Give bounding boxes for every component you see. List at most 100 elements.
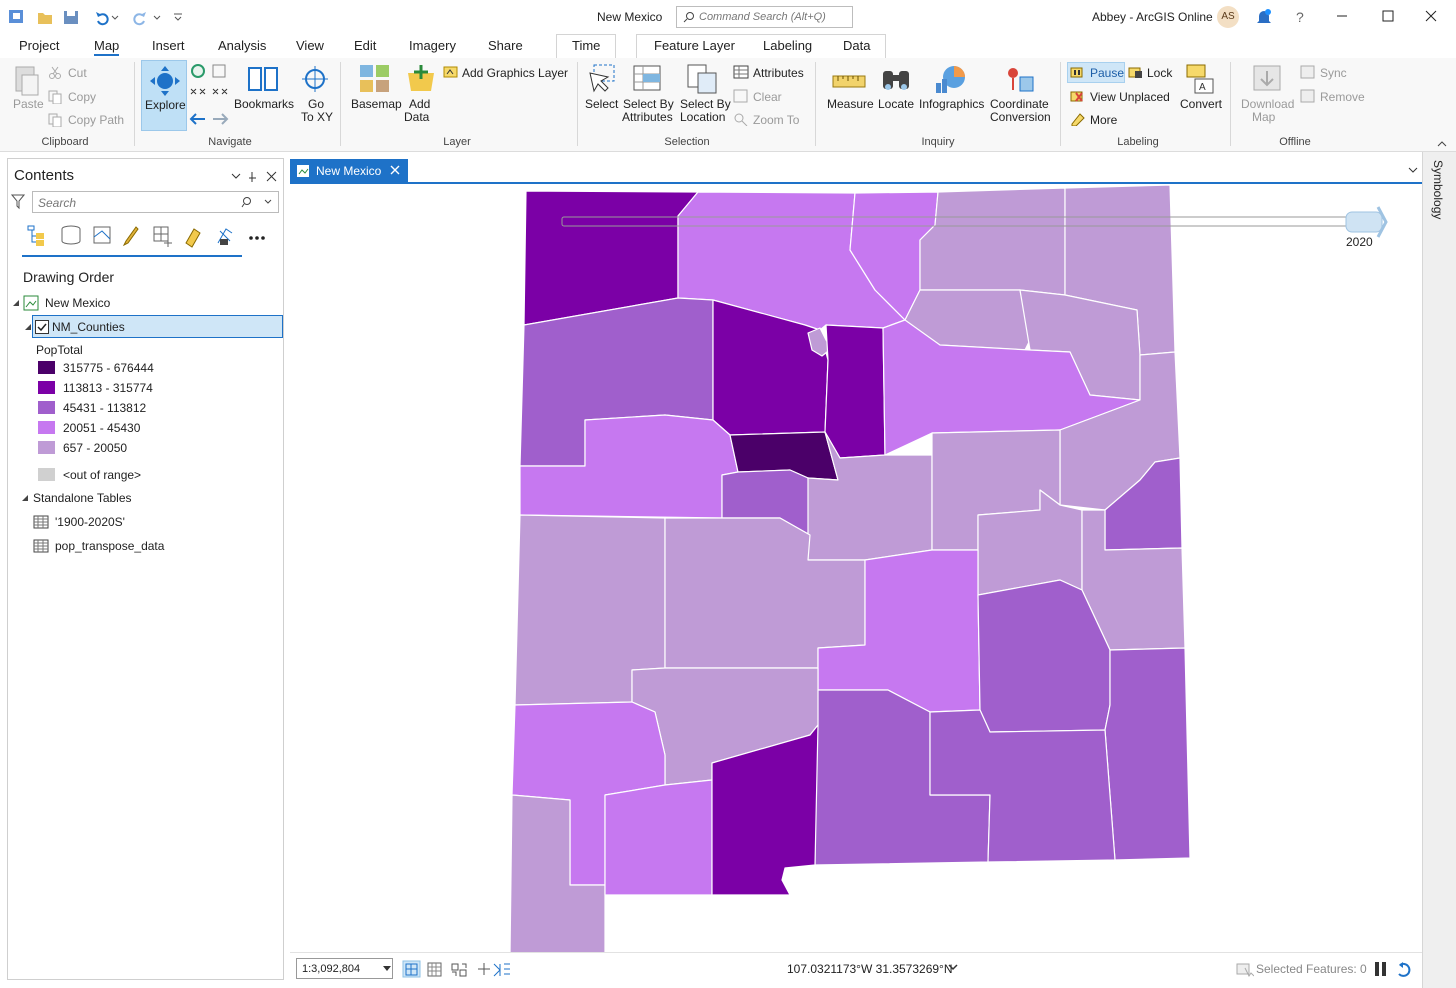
sync-label[interactable]: Sync <box>1320 66 1347 80</box>
select-by-attributes-label-2[interactable]: Attributes <box>622 111 673 124</box>
lock-label[interactable]: Lock <box>1147 66 1172 80</box>
view-unplaced-icon[interactable] <box>1070 89 1086 103</box>
view-unplaced-label[interactable]: View Unplaced <box>1090 90 1170 104</box>
clear-label[interactable]: Clear <box>753 90 782 104</box>
sync-icon[interactable] <box>1300 65 1316 79</box>
collapse-tables-icon[interactable] <box>21 494 29 502</box>
download-map-icon[interactable] <box>1251 63 1285 95</box>
map-view[interactable]: New Mexico 2020 <box>290 158 1422 980</box>
tab-share[interactable]: Share <box>488 38 523 53</box>
measure-label[interactable]: Measure <box>827 98 874 111</box>
infographics-label[interactable]: Infographics <box>919 98 984 111</box>
conversion-label[interactable]: Conversion <box>990 111 1051 124</box>
pane-controls-icon[interactable] <box>230 171 286 183</box>
avatar[interactable]: AS <box>1217 6 1239 28</box>
tab-time[interactable]: Time <box>572 38 600 53</box>
tab-imagery[interactable]: Imagery <box>409 38 456 53</box>
notification-bell-icon[interactable] <box>1255 8 1273 26</box>
paste-label[interactable]: Paste <box>13 98 44 111</box>
select-icon[interactable] <box>586 63 618 95</box>
go-to-xy-icon[interactable] <box>300 64 330 94</box>
locate-label[interactable]: Locate <box>878 98 914 111</box>
map-name[interactable]: New Mexico <box>45 296 110 310</box>
copy-label[interactable]: Copy <box>68 90 96 104</box>
layer-row-nm-counties[interactable]: NM_Counties <box>25 315 283 338</box>
add-data-label-2[interactable]: Data <box>404 111 429 124</box>
select-by-location-icon[interactable] <box>686 63 718 95</box>
quick-access-toolbar[interactable] <box>8 8 184 26</box>
tab-labeling[interactable]: Labeling <box>763 38 812 53</box>
tab-insert[interactable]: Insert <box>152 38 185 53</box>
county-santa-fe <box>824 324 886 459</box>
close-tab-icon[interactable] <box>390 165 400 175</box>
paste-icon[interactable] <box>12 63 42 97</box>
download-map-label[interactable]: Map <box>1252 111 1275 124</box>
command-search[interactable]: Command Search (Alt+Q) <box>676 6 853 28</box>
clear-icon[interactable] <box>733 89 749 103</box>
coordinate-format-chevron-icon[interactable] <box>948 964 958 972</box>
attributes-icon[interactable] <box>733 65 749 79</box>
map-status-tools[interactable] <box>402 960 520 978</box>
bookmarks-label[interactable]: Bookmarks <box>234 98 294 111</box>
cut-label[interactable]: Cut <box>68 66 87 80</box>
add-graphics-layer-label[interactable]: Add Graphics Layer <box>462 66 568 80</box>
copy-path-icon[interactable] <box>48 113 62 127</box>
filter-icon[interactable] <box>11 194 25 210</box>
coordinate-conversion-icon[interactable] <box>1003 63 1035 95</box>
tab-analysis[interactable]: Analysis <box>218 38 266 53</box>
symbology-pane-tab[interactable]: Symbology <box>1427 160 1445 250</box>
remove-icon[interactable] <box>1300 89 1316 103</box>
map-tab[interactable]: New Mexico <box>290 159 408 182</box>
lock-labels-icon[interactable] <box>1128 65 1144 79</box>
bookmarks-icon[interactable] <box>246 64 280 94</box>
collapse-map-icon[interactable] <box>11 298 21 308</box>
tab-map[interactable]: Map <box>94 38 120 56</box>
contents-search-input[interactable]: Search <box>32 191 279 213</box>
more-label[interactable]: More <box>1090 113 1117 127</box>
scale-selector[interactable]: 1:3,092,804 <box>296 958 393 979</box>
add-data-icon[interactable] <box>405 63 437 95</box>
standalone-tables-heading[interactable]: Standalone Tables <box>33 491 132 505</box>
select-label[interactable]: Select <box>585 98 618 111</box>
tab-data[interactable]: Data <box>843 38 870 53</box>
county-map[interactable] <box>490 184 1410 964</box>
basemap-label[interactable]: Basemap <box>351 98 402 111</box>
collapse-ribbon-icon[interactable] <box>1436 138 1448 148</box>
maximize-icon[interactable] <box>1382 10 1394 22</box>
locate-icon[interactable] <box>880 63 912 95</box>
attributes-label[interactable]: Attributes <box>753 66 804 80</box>
contents-view-toolbar[interactable] <box>24 223 274 251</box>
cut-icon[interactable] <box>48 66 62 80</box>
minimize-icon[interactable] <box>1336 10 1348 22</box>
infographics-icon[interactable] <box>934 63 968 95</box>
explore-button[interactable]: Explore <box>141 60 187 131</box>
convert-label[interactable]: Convert <box>1180 98 1222 111</box>
tab-project[interactable]: Project <box>19 38 59 53</box>
copy-icon[interactable] <box>48 90 62 104</box>
select-by-attributes-icon[interactable] <box>631 63 663 95</box>
convert-labels-icon[interactable]: A <box>1185 63 1217 95</box>
pause-drawing-icon[interactable] <box>1374 960 1414 978</box>
table-item[interactable]: pop_transpose_data <box>55 539 164 553</box>
tab-feature-layer[interactable]: Feature Layer <box>654 38 735 53</box>
tab-edit[interactable]: Edit <box>354 38 376 53</box>
collapse-layer-icon[interactable] <box>24 323 32 331</box>
layer-visibility-checkbox[interactable] <box>35 320 49 334</box>
table-item[interactable]: '1900-2020S' <box>55 515 125 529</box>
measure-icon[interactable] <box>832 72 866 90</box>
copy-path-label[interactable]: Copy Path <box>68 113 124 127</box>
close-icon[interactable] <box>1425 10 1437 22</box>
zoom-to-label[interactable]: Zoom To <box>753 113 799 127</box>
select-by-location-label-2[interactable]: Location <box>680 111 725 124</box>
add-graphics-layer-icon[interactable] <box>443 65 459 79</box>
more-labeling-icon[interactable] <box>1070 112 1086 126</box>
help-icon[interactable]: ? <box>1296 9 1304 25</box>
contents-pane: Contents Search Drawing Order New Mexico… <box>7 158 284 980</box>
tab-list-icon[interactable] <box>1408 166 1418 174</box>
zoom-tools-icon[interactable] <box>189 63 231 125</box>
remove-label[interactable]: Remove <box>1320 90 1365 104</box>
zoom-to-icon[interactable] <box>733 112 749 126</box>
tab-view[interactable]: View <box>296 38 324 53</box>
basemap-icon[interactable] <box>358 63 392 95</box>
to-xy-label[interactable]: To XY <box>301 111 333 124</box>
